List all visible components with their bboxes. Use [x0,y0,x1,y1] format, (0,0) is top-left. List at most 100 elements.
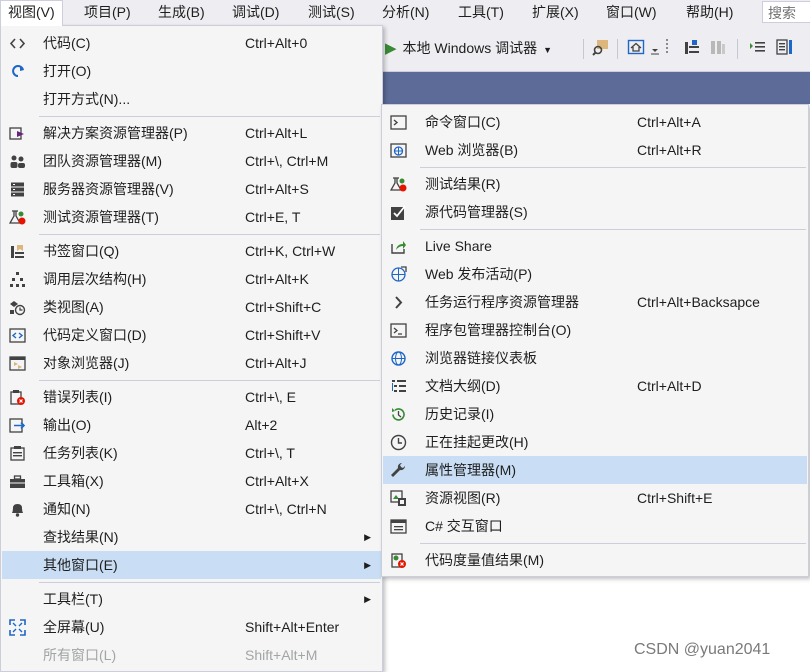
toolbar-separator [737,39,738,59]
menu-item-shortcut: Ctrl+Alt+0 [245,35,308,51]
menu-item-output[interactable]: 输出(O) Alt+2 [2,411,381,439]
submenu-item-web-browser[interactable]: Web 浏览器(B) Ctrl+Alt+R [383,136,807,164]
menu-item-team-explorer[interactable]: 团队资源管理器(M) Ctrl+\, Ctrl+M [2,147,381,175]
menu-item-shortcut: Ctrl+Alt+J [245,355,307,371]
chevron-down-icon[interactable] [649,38,661,56]
chevron-down-icon: ▼ [543,45,553,55]
submenu-item-pending-changes[interactable]: 正在挂起更改(H) [383,428,807,456]
resource-view-icon [390,490,407,507]
menu-item-label: 错误列表(I) [43,389,113,405]
web-browser-icon [390,142,407,159]
code-metrics-icon [390,552,407,569]
menu-item-object-browser[interactable]: 对象浏览器(J) Ctrl+Alt+J [2,349,381,377]
menu-debug[interactable]: 调试(D) [225,0,286,25]
solution-explorer-icon [9,125,26,142]
menu-item-code-definition[interactable]: 代码定义窗口(D) Ctrl+Shift+V [2,321,381,349]
menu-extensions[interactable]: 扩展(X) [525,0,586,25]
menu-item-test-explorer[interactable]: 测试资源管理器(T) Ctrl+E, T [2,203,381,231]
menu-item-class-view[interactable]: 类视图(A) Ctrl+Shift+C [2,293,381,321]
menu-item-call-hierarchy[interactable]: 调用层次结构(H) Ctrl+Alt+K [2,265,381,293]
menu-item-label: 源代码管理器(S) [425,204,528,220]
uncomment-lines-icon[interactable] [776,38,794,56]
submenu-item-command-window[interactable]: 命令窗口(C) Ctrl+Alt+A [383,108,807,136]
output-icon [9,417,26,434]
team-explorer-icon [9,153,26,170]
dotted-divider-icon [663,38,671,56]
submenu-item-test-results[interactable]: 测试结果(R) [383,170,807,198]
menu-project[interactable]: 项目(P) [77,0,138,25]
submenu-item-package-manager-console[interactable]: 程序包管理器控制台(O) [383,316,807,344]
submenu-item-resource-view[interactable]: 资源视图(R) Ctrl+Shift+E [383,484,807,512]
menu-tools[interactable]: 工具(T) [451,0,511,25]
submenu-item-task-runner[interactable]: 任务运行程序资源管理器 Ctrl+Alt+Backsapce [383,288,807,316]
menu-item-error-list[interactable]: 错误列表(I) Ctrl+\, E [2,383,381,411]
menu-item-solution-explorer[interactable]: 解决方案资源管理器(P) Ctrl+Alt+L [2,119,381,147]
menu-item-task-list[interactable]: 任务列表(K) Ctrl+\, T [2,439,381,467]
menu-build[interactable]: 生成(B) [151,0,212,25]
bookmark-toggle-icon[interactable] [683,38,701,56]
code-icon [9,35,26,52]
menu-item-server-explorer[interactable]: 服务器资源管理器(V) Ctrl+Alt+S [2,175,381,203]
menu-item-notifications[interactable]: 通知(N) Ctrl+\, Ctrl+N [2,495,381,523]
submenu-item-source-control[interactable]: 源代码管理器(S) [383,198,807,226]
comment-lines-icon[interactable] [749,38,767,56]
object-browser-icon [9,355,26,372]
submenu-item-live-share[interactable]: Live Share [383,232,807,260]
browser-link-icon [390,350,407,367]
submenu-item-web-publish[interactable]: Web 发布活动(P) [383,260,807,288]
menu-view[interactable]: 视图(V) [0,0,63,26]
submenu-item-document-outline[interactable]: 文档大纲(D) Ctrl+Alt+D [383,372,807,400]
menu-item-label: 程序包管理器控制台(O) [425,322,572,338]
menu-item-label: 历史记录(I) [425,406,495,422]
menu-bar: 视图(V) 项目(P) 生成(B) 调试(D) 测试(S) 分析(N) 工具(T… [0,0,810,26]
menu-item-other-windows[interactable]: 其他窗口(E) ▶ [2,551,381,579]
menu-separator [420,167,806,168]
menu-item-open-with[interactable]: 打开方式(N)... [2,85,381,113]
menu-item-toolbars[interactable]: 工具栏(T) ▶ [2,585,381,613]
chevron-right-icon [390,294,407,311]
menu-test[interactable]: 测试(S) [301,0,362,25]
submenu-item-history[interactable]: 历史记录(I) [383,400,807,428]
menu-item-find-results[interactable]: 查找结果(N) ▶ [2,523,381,551]
start-debugging-button[interactable]: ▶ 本地 Windows 调试器 ▼ [385,35,552,61]
menu-help[interactable]: 帮助(H) [679,0,740,25]
debug-target-label: 本地 Windows 调试器 [402,40,538,56]
menu-item-label: 通知(N) [43,501,91,517]
menu-separator [420,543,806,544]
toolbar-separator [617,39,618,59]
menu-item-open[interactable]: 打开(O) [2,57,381,85]
submenu-item-browser-link-dashboard[interactable]: 浏览器链接仪表板 [383,344,807,372]
find-in-files-icon[interactable] [592,38,610,56]
menu-item-toolbox[interactable]: 工具箱(X) Ctrl+Alt+X [2,467,381,495]
menu-analyze[interactable]: 分析(N) [375,0,436,25]
menu-item-shortcut: Ctrl+\, T [245,445,295,461]
menu-item-label: Web 浏览器(B) [425,142,519,158]
menu-item-label: 全屏幕(U) [43,619,105,635]
submenu-item-property-manager[interactable]: 属性管理器(M) [383,456,807,484]
menu-item-label: 属性管理器(M) [425,462,516,478]
toolbar-separator [583,39,584,59]
menu-item-label: 测试结果(R) [425,176,501,192]
menu-item-label: 正在挂起更改(H) [425,434,529,450]
submenu-item-code-metrics[interactable]: 代码度量值结果(M) [383,546,807,574]
menu-item-label: 测试资源管理器(T) [43,209,159,225]
menu-item-code[interactable]: 代码(C) Ctrl+Alt+0 [2,29,381,57]
menu-item-label: Web 发布活动(P) [425,266,533,282]
menu-item-shortcut: Shift+Alt+M [245,647,318,663]
menu-window[interactable]: 窗口(W) [599,0,664,25]
other-windows-submenu: 命令窗口(C) Ctrl+Alt+A Web 浏览器(B) Ctrl+Alt+R… [381,104,809,577]
csharp-interactive-icon [390,518,407,535]
toolbar: ▶ 本地 Windows 调试器 ▼ [383,25,810,72]
submenu-arrow-icon: ▶ [364,560,371,570]
play-icon: ▶ [385,40,397,57]
search-input[interactable]: 搜索 [762,1,810,23]
menu-item-bookmark-window[interactable]: 书签窗口(Q) Ctrl+K, Ctrl+W [2,237,381,265]
menu-item-label: Live Share [425,238,492,254]
home-icon[interactable] [627,38,645,56]
open-arrow-icon [9,63,26,80]
menu-separator [420,229,806,230]
code-definition-icon [9,327,26,344]
menu-item-full-screen[interactable]: 全屏幕(U) Shift+Alt+Enter [2,613,381,641]
menu-item-shortcut: Ctrl+Alt+S [245,181,309,197]
submenu-item-csharp-interactive[interactable]: C# 交互窗口 [383,512,807,540]
